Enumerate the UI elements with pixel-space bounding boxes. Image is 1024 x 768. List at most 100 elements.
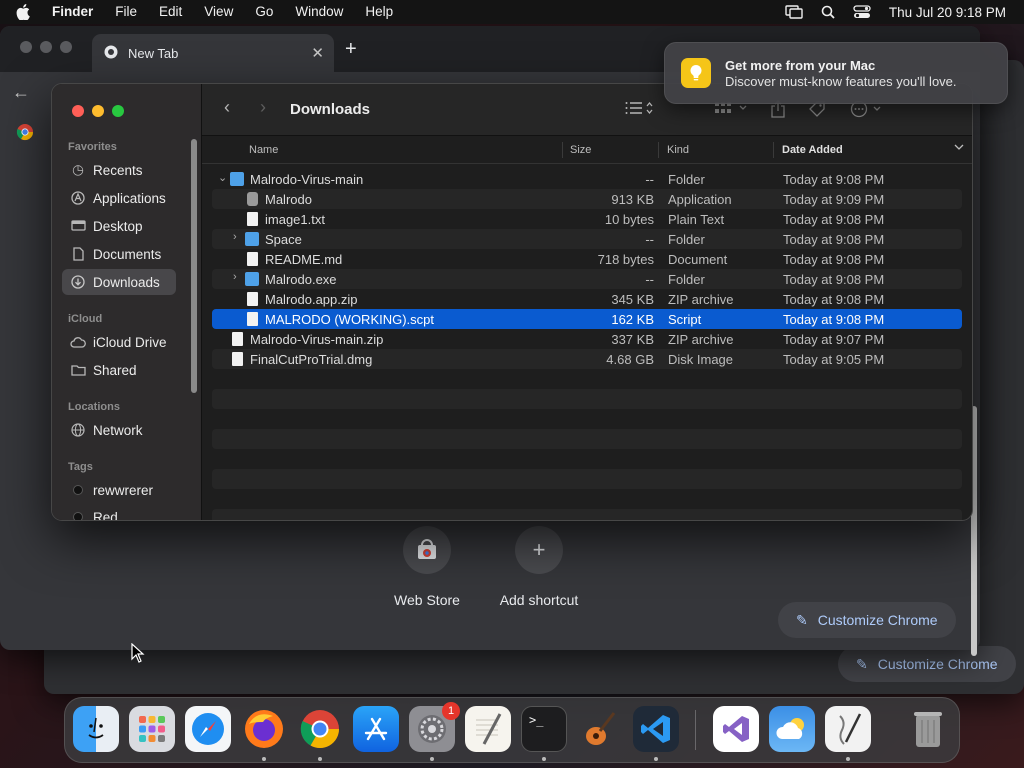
firefox-app-icon[interactable] xyxy=(241,706,287,752)
screen-mirroring-icon[interactable] xyxy=(785,5,803,19)
safari-app-icon[interactable] xyxy=(185,706,231,752)
file-name: Malrodo.app.zip xyxy=(265,292,358,307)
forward-chevron-icon[interactable]: › xyxy=(260,97,266,118)
shared-folder-icon xyxy=(70,364,86,376)
menu-view[interactable]: View xyxy=(193,0,244,24)
file-row[interactable]: Malrodo-Virus-main.zip 337 KB ZIP archive T… xyxy=(212,329,962,349)
list-view-icon[interactable] xyxy=(624,100,654,120)
file-row[interactable]: › Space -- Folder Today at 9:08 PM xyxy=(212,229,962,249)
minimize-window-button[interactable] xyxy=(92,105,104,117)
file-name: Malrodo-Virus-main.zip xyxy=(250,332,384,347)
disclosure-expanded-icon[interactable]: ⌄ xyxy=(218,171,227,184)
column-header-date-added[interactable]: Date Added xyxy=(782,144,843,156)
sidebar-scrollbar[interactable] xyxy=(191,139,197,393)
file-size: -- xyxy=(645,172,654,187)
file-row[interactable]: Malrodo.app.zip 345 KB ZIP archive Today at… xyxy=(212,289,962,309)
menu-window[interactable]: Window xyxy=(284,0,354,24)
tips-notification[interactable]: Get more from your Mac Discover must-kno… xyxy=(664,42,1008,104)
file-name: Space xyxy=(265,232,302,247)
file-kind: ZIP archive xyxy=(668,332,734,347)
chrome-zoom-light[interactable] xyxy=(60,41,72,53)
column-header-size[interactable]: Size xyxy=(570,144,591,156)
shortcut-add[interactable]: + Add shortcut xyxy=(479,526,599,608)
sidebar-item-desktop[interactable]: Desktop xyxy=(62,213,176,239)
file-size: 162 KB xyxy=(611,312,654,327)
chrome-back-arrow-icon[interactable]: ← xyxy=(12,82,30,103)
column-divider[interactable] xyxy=(658,142,659,158)
zoom-window-button[interactable] xyxy=(112,105,124,117)
sidebar-item-recents[interactable]: ◷ Recents xyxy=(62,157,176,183)
back-chevron-icon[interactable]: ‹ xyxy=(224,97,230,118)
spotlight-search-icon[interactable] xyxy=(821,5,835,19)
tab-title: New Tab xyxy=(128,45,179,61)
menu-go[interactable]: Go xyxy=(244,0,284,24)
file-name: FinalCutProTrial.dmg xyxy=(250,352,373,367)
web-store-label: Web Store xyxy=(394,592,460,608)
visual-studio-code-app-icon[interactable] xyxy=(633,706,679,752)
finder-sidebar: Favorites ◷ Recents Applications Desktop… xyxy=(52,84,202,520)
chrome-bookmark-favicon-icon[interactable] xyxy=(16,123,34,144)
shortcut-web-store[interactable]: Web Store xyxy=(367,526,487,608)
script-editor-app-icon[interactable] xyxy=(825,706,871,752)
customize-chrome-button-back[interactable]: ✎ Customize Chrome xyxy=(838,646,1016,682)
column-header-name[interactable]: Name xyxy=(249,144,278,156)
disclosure-collapsed-icon[interactable]: › xyxy=(233,231,237,243)
disclosure-collapsed-icon[interactable]: › xyxy=(233,271,237,283)
column-header-kind[interactable]: Kind xyxy=(667,144,689,156)
menu-app-name[interactable]: Finder xyxy=(46,0,104,24)
finder-app-icon[interactable] xyxy=(73,706,119,752)
column-divider[interactable] xyxy=(773,142,774,158)
chrome-close-light[interactable] xyxy=(20,41,32,53)
file-row[interactable]: MALRODO (WORKING).scpt 162 KB Script Today … xyxy=(212,309,962,329)
visual-studio-app-icon[interactable] xyxy=(713,706,759,752)
sidebar-item-network[interactable]: Network xyxy=(62,417,176,443)
chrome-minimize-light[interactable] xyxy=(40,41,52,53)
new-tab-button[interactable]: + xyxy=(345,38,357,61)
column-divider[interactable] xyxy=(562,142,563,158)
sidebar-item-tag-red[interactable]: Red xyxy=(62,504,176,520)
sidebar-item-shared[interactable]: Shared xyxy=(62,357,176,383)
tab-new-tab[interactable]: New Tab ✕ xyxy=(92,34,334,72)
file-row[interactable]: README.md 718 bytes Document Today at 9:08 … xyxy=(212,249,962,269)
launchpad-app-icon[interactable] xyxy=(129,706,175,752)
file-date-added: Today at 9:05 PM xyxy=(783,352,885,367)
sidebar-item-downloads[interactable]: Downloads xyxy=(62,269,176,295)
control-center-icon[interactable] xyxy=(853,5,871,19)
customize-chrome-label-back: Customize Chrome xyxy=(877,656,998,672)
file-name: Malrodo.exe xyxy=(265,272,337,287)
sidebar-item-documents[interactable]: Documents xyxy=(62,241,176,267)
menu-edit[interactable]: Edit xyxy=(148,0,193,24)
tab-close-icon[interactable]: ✕ xyxy=(311,44,324,62)
empty-row xyxy=(212,469,962,489)
sort-descending-chevron-icon[interactable] xyxy=(954,142,964,155)
sidebar-item-tag-rewwrerer[interactable]: rewwrerer xyxy=(62,477,176,503)
download-icon xyxy=(70,275,86,289)
terminal-app-icon[interactable]: >_ xyxy=(521,706,567,752)
app-store-app-icon[interactable] xyxy=(353,706,399,752)
chrome-app-icon[interactable] xyxy=(297,706,343,752)
file-row[interactable]: › Malrodo.exe -- Folder Today at 9:08 PM xyxy=(212,269,962,289)
file-date-added: Today at 9:08 PM xyxy=(783,252,885,267)
textedit-app-icon[interactable] xyxy=(465,706,511,752)
customize-chrome-button[interactable]: ✎ Customize Chrome xyxy=(778,602,956,638)
file-row[interactable]: ⌄ Malrodo-Virus-main -- Folder Today at 9:08… xyxy=(212,169,962,189)
tag-dot-icon xyxy=(73,512,83,520)
close-window-button[interactable] xyxy=(72,105,84,117)
menu-clock[interactable]: Thu Jul 20 9:18 PM xyxy=(889,5,1006,20)
trash-app-icon[interactable] xyxy=(905,706,951,752)
running-indicator xyxy=(542,757,546,761)
sidebar-item-applications[interactable]: Applications xyxy=(62,185,176,211)
sidebar-section-tags: Tags xyxy=(68,461,93,473)
file-row[interactable]: Malrodo 913 KB Application Today at 9:09 PM xyxy=(212,189,962,209)
sidebar-item-label: Desktop xyxy=(93,218,143,234)
weather-app-icon[interactable] xyxy=(769,706,815,752)
file-row[interactable]: image1.txt 10 bytes Plain Text Today at 9:0… xyxy=(212,209,962,229)
file-row[interactable]: FinalCutProTrial.dmg 4.68 GB Disk Image Tod… xyxy=(212,349,962,369)
garageband-app-icon[interactable] xyxy=(577,706,623,752)
menu-help[interactable]: Help xyxy=(354,0,404,24)
menu-file[interactable]: File xyxy=(104,0,148,24)
file-date-added: Today at 9:07 PM xyxy=(783,332,885,347)
empty-row xyxy=(212,389,962,409)
sidebar-item-icloud-drive[interactable]: iCloud Drive xyxy=(62,329,176,355)
apple-menu-icon[interactable] xyxy=(0,0,46,24)
